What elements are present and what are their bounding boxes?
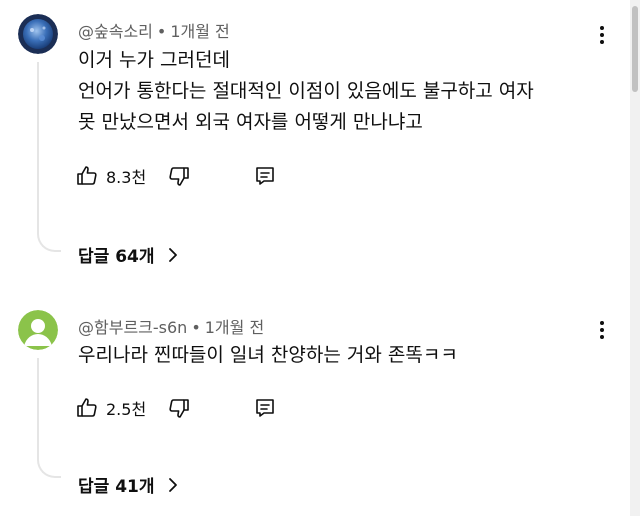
comment-text-line: 이거 누가 그러던데 — [78, 49, 230, 71]
meta-separator: • — [191, 318, 201, 337]
author-name[interactable]: @함부르크-s6n — [78, 318, 187, 337]
replies-count-label: 답글 64개 — [78, 247, 155, 267]
replies-count-label: 답글 41개 — [78, 477, 155, 497]
thumbs-down-icon[interactable] — [166, 163, 192, 189]
reply-thread-line — [37, 358, 61, 478]
comment-text: 우리나라 찐따들이 일녀 찬양하는 거와 존똑ㅋㅋ — [78, 340, 458, 371]
thumbs-up-icon[interactable] — [74, 395, 100, 421]
comment-text: 이거 누가 그러던데 언어가 통한다는 절대적인 이점이 있음에도 불구하고 여… — [78, 45, 534, 138]
comment-time[interactable]: 1개월 전 — [170, 22, 229, 41]
chevron-right-icon — [167, 477, 179, 493]
meta-separator: • — [156, 22, 167, 41]
reply-icon[interactable] — [252, 395, 278, 421]
scrollbar[interactable] — [630, 0, 640, 516]
more-actions-button[interactable] — [592, 23, 612, 47]
comment-actions: 2.5천 — [74, 394, 278, 422]
avatar[interactable] — [18, 310, 58, 350]
chevron-right-icon — [167, 247, 179, 263]
author-name[interactable]: @숲속소리 — [78, 22, 153, 41]
more-vertical-icon — [600, 321, 604, 325]
comment-meta: @함부르크-s6n • 1개월 전 — [78, 314, 264, 338]
thumbs-up-icon[interactable] — [74, 163, 100, 189]
more-vertical-icon — [600, 26, 604, 30]
reply-thread-line — [37, 62, 61, 252]
reply-icon[interactable] — [252, 163, 278, 189]
comment-text-line: 못 만났으면서 외국 여자를 어떻게 만나냐고 — [78, 111, 423, 133]
replies-toggle[interactable]: 답글 41개 — [78, 472, 179, 497]
scrollbar-thumb[interactable] — [632, 6, 638, 92]
avatar[interactable] — [18, 14, 58, 54]
thumbs-down-icon[interactable] — [166, 395, 192, 421]
comment-text-line: 우리나라 찐따들이 일녀 찬양하는 거와 존똑ㅋㅋ — [78, 344, 458, 366]
like-count: 8.3천 — [106, 168, 147, 187]
replies-toggle[interactable]: 답글 64개 — [78, 242, 179, 267]
more-actions-button[interactable] — [592, 318, 612, 342]
comment-time[interactable]: 1개월 전 — [205, 318, 264, 337]
comment-actions: 8.3천 — [74, 162, 278, 190]
like-count: 2.5천 — [106, 400, 147, 419]
comment-text-line: 언어가 통한다는 절대적인 이점이 있음에도 불구하고 여자 — [78, 80, 534, 102]
comment-meta: @숲속소리 • 1개월 전 — [78, 18, 230, 42]
